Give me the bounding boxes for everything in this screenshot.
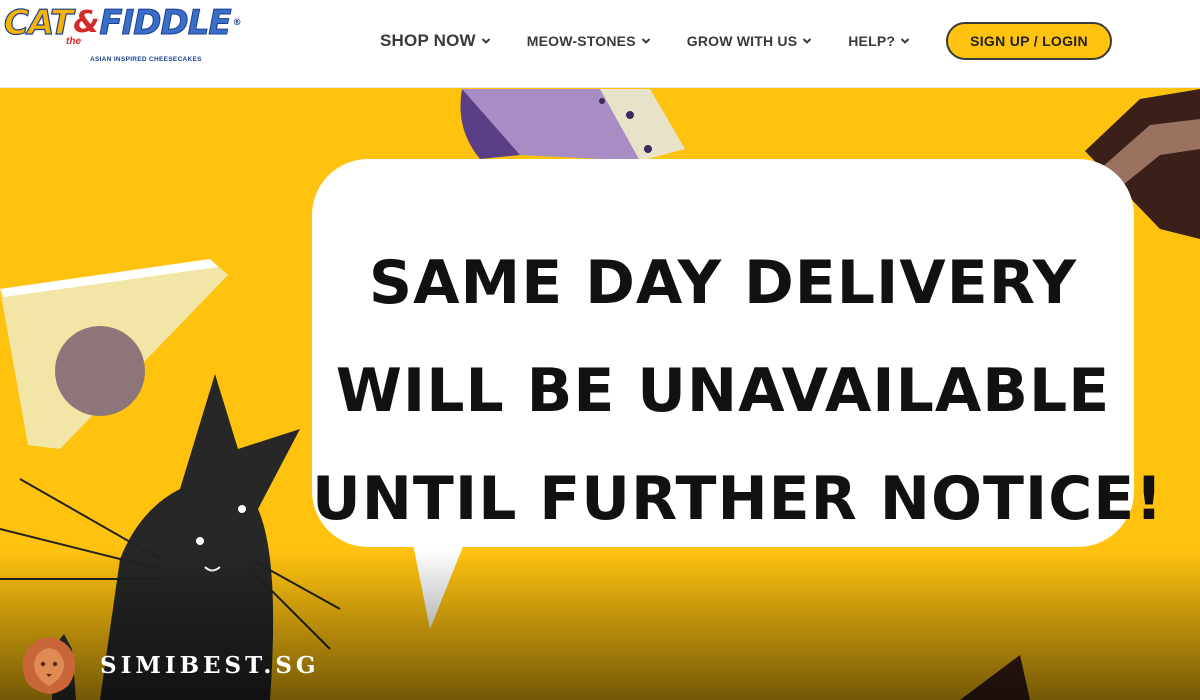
- announcement-line-2: WILL BE UNAVAILABLE: [335, 356, 1111, 426]
- logo-registered-mark: ®: [232, 18, 242, 28]
- site-header: CAT & FIDDLE ® the ASIAN INSPIRED CHEESE…: [0, 0, 1200, 88]
- signup-login-button[interactable]: SIGN UP / LOGIN: [946, 22, 1112, 60]
- purple-cheesecake-illustration: [460, 89, 685, 161]
- chevron-down-icon: [900, 38, 910, 44]
- nav-meow-stones-label: MEOW-STONES: [526, 33, 636, 49]
- nav-help[interactable]: HELP?: [848, 33, 910, 49]
- logo-wordmark: CAT & FIDDLE ®: [3, 3, 241, 43]
- hero-banner[interactable]: SAME DAY DELIVERY WILL BE UNAVAILABLE UN…: [0, 89, 1200, 700]
- nav-grow-with-us[interactable]: GROW WITH US: [687, 33, 813, 49]
- chevron-down-icon: [481, 38, 490, 44]
- main-nav: SHOP NOW MEOW-STONES GROW WITH US HELP?: [380, 22, 946, 60]
- announcement-line-1: SAME DAY DELIVERY: [368, 248, 1078, 318]
- brand-logo[interactable]: CAT & FIDDLE ® the ASIAN INSPIRED CHEESE…: [3, 3, 241, 78]
- logo-ampersand: &: [73, 5, 99, 40]
- chevron-down-icon: [803, 38, 812, 44]
- watermark-text: SIMIBEST.SG: [100, 651, 320, 679]
- nav-shop-now[interactable]: SHOP NOW: [380, 31, 491, 51]
- yellow-cheesecake-illustration: [0, 259, 228, 449]
- logo-cat: CAT: [3, 3, 73, 43]
- chevron-down-icon: [641, 38, 650, 44]
- nav-grow-with-us-label: GROW WITH US: [686, 33, 798, 49]
- announcement-line-3: UNTIL FURTHER NOTICE!: [312, 464, 1164, 534]
- nav-meow-stones[interactable]: MEOW-STONES: [527, 33, 651, 49]
- nav-help-label: HELP?: [848, 33, 896, 49]
- logo-tagline: ASIAN INSPIRED CHEESECAKES: [90, 56, 202, 63]
- logo-the: the: [66, 36, 81, 47]
- announcement-text: SAME DAY DELIVERY WILL BE UNAVAILABLE UN…: [312, 229, 1164, 553]
- logo-fiddle: FIDDLE: [99, 3, 232, 43]
- nav-shop-now-label: SHOP NOW: [380, 31, 476, 50]
- lion-head-icon: [22, 637, 76, 694]
- watermark: SIMIBEST.SG: [18, 634, 320, 696]
